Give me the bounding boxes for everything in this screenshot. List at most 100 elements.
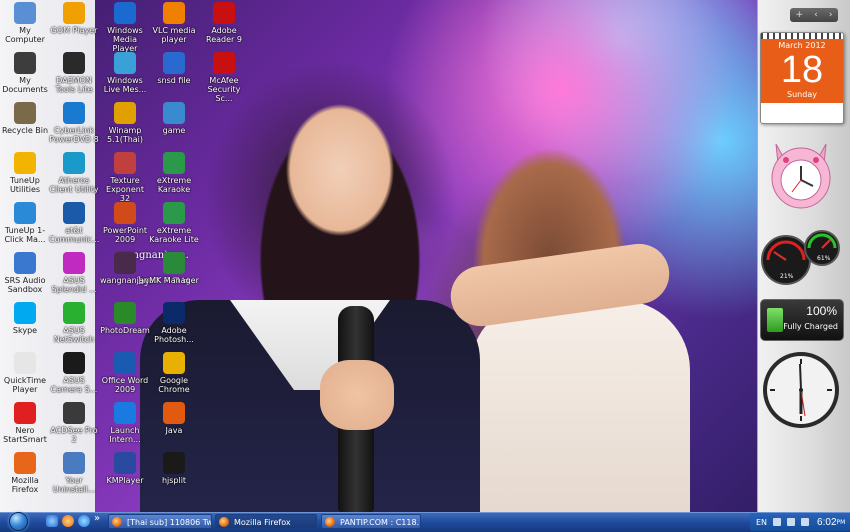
desktop-shortcut-label: eXtreme Karaoke — [156, 176, 192, 194]
cpu-meter-gadget[interactable]: 21% 61% — [760, 228, 842, 286]
desktop-shortcut-label: game — [162, 126, 186, 135]
calendar-weekday: Sunday — [761, 90, 843, 103]
media-player-icon — [114, 2, 136, 24]
desktop-shortcut[interactable]: Skype — [0, 302, 50, 335]
firefox-icon — [112, 517, 122, 527]
desktop-shortcut[interactable]: DAEMON Tools Lite — [49, 52, 99, 94]
desktop-shortcut-label: wangnanjana. — [100, 276, 157, 285]
desktop-shortcut[interactable]: Office Word 2009 — [100, 352, 150, 394]
desktop-shortcut[interactable]: Winamp 5.1(Thai) — [100, 102, 150, 144]
task-button-pantip[interactable]: PANTIP.COM : C118... — [321, 514, 421, 529]
desktop-shortcut[interactable]: at&t Communic... — [49, 202, 99, 244]
desktop-shortcut[interactable]: PhotoDream — [100, 302, 150, 335]
tuneup-icon — [14, 152, 36, 174]
desktop-shortcut-label: Mozilla Firefox — [11, 476, 39, 494]
desktop-shortcut[interactable]: KMPlayer — [100, 452, 150, 485]
desktop-shortcut[interactable]: Google Chrome — [149, 352, 199, 394]
firefox-icon — [219, 517, 229, 527]
clock-ampm: PM — [836, 518, 846, 526]
desktop-shortcut[interactable]: Atheros Client Utility — [49, 152, 99, 194]
task-label: PANTIP.COM : C118... — [340, 518, 421, 527]
windows-orb-icon — [8, 512, 28, 531]
desktop-shortcut-label: Windows Media Player — [107, 26, 143, 53]
desktop-shortcut[interactable]: TuneUp Utilities — [0, 152, 50, 194]
sidebar-add-gadget-button[interactable]: + — [796, 10, 804, 20]
language-indicator[interactable]: EN — [756, 518, 767, 527]
kmplayer-icon — [114, 452, 136, 474]
desktop-shortcut[interactable]: snsd file — [149, 52, 199, 85]
desktop-shortcut-label: Java — [165, 426, 183, 435]
atheros-icon — [63, 152, 85, 174]
sidebar-prev-button[interactable]: ‹ — [814, 10, 818, 20]
desktop-shortcut[interactable]: ACDSee Pro 2 — [49, 402, 99, 444]
desktop-shortcut[interactable]: ASUS Splendid ... — [49, 252, 99, 294]
tray-arrow-icon[interactable] — [773, 518, 782, 526]
desktop-shortcut-label: Winamp 5.1(Thai) — [106, 126, 144, 144]
quicklaunch-ie-icon[interactable] — [78, 515, 90, 527]
desktop-shortcut-label: My Documents — [2, 76, 48, 94]
desktop-shortcut[interactable]: TuneUp 1-Click Ma... — [0, 202, 50, 244]
volume-icon[interactable] — [801, 518, 810, 526]
desktop-shortcut[interactable]: SRS Audio Sandbox — [0, 252, 50, 294]
desktop-shortcut[interactable]: CyberLink PowerDVD 8 — [49, 102, 99, 144]
computer-icon — [14, 2, 36, 24]
quicklaunch-chevron-icon[interactable]: » — [94, 513, 100, 524]
audio-icon — [14, 252, 36, 274]
analog-clock-gadget[interactable] — [761, 350, 841, 430]
java-icon — [163, 402, 185, 424]
clock-time[interactable]: 6:02 — [817, 517, 836, 528]
desktop-shortcut[interactable]: Mozilla Firefox — [0, 452, 50, 494]
desktop-shortcut[interactable]: ASUS NetSwitch — [49, 302, 99, 344]
desktop-shortcut[interactable]: Launch Intern... — [100, 402, 150, 444]
desktop-shortcut-label: Your Uninstall... — [52, 476, 96, 494]
battery-gadget[interactable]: 100% Fully Charged — [760, 299, 844, 341]
desktop-shortcut[interactable]: PowerPoint 2009 — [100, 202, 150, 244]
desktop-shortcut[interactable]: Adobe Photosh... — [149, 302, 199, 344]
nero-icon — [14, 402, 36, 424]
desktop-shortcut[interactable]: Adobe Reader 9 — [199, 2, 249, 44]
desktop-shortcut[interactable]: My Documents — [0, 52, 50, 94]
desktop-shortcut[interactable]: Windows Live Mes... — [100, 52, 150, 94]
desktop-shortcut[interactable]: Java — [149, 402, 199, 435]
task-label: Mozilla Firefox — [234, 518, 291, 527]
photoshop-icon — [163, 302, 185, 324]
start-button[interactable] — [6, 512, 30, 531]
desktop-shortcut[interactable]: ASUS Camera S... — [49, 352, 99, 394]
desktop-shortcut-label: hjsplit — [161, 476, 187, 485]
calendar-gadget[interactable]: March 2012 18 Sunday — [760, 32, 844, 124]
quicklaunch-users-icon[interactable] — [46, 515, 58, 527]
desktop-shortcut-label: Skype — [12, 326, 38, 335]
desktop-shortcut-label: MK Manager — [149, 276, 199, 285]
desktop-shortcut[interactable]: eXtreme Karaoke Lite — [149, 202, 199, 244]
sidebar-next-button[interactable]: › — [829, 10, 833, 20]
task-button-thai-sub[interactable]: [Thai sub] 110806 Tw... — [108, 514, 212, 529]
desktop-shortcut[interactable]: McAfee Security Sc... — [199, 52, 249, 103]
desktop-shortcut-label: Launch Intern... — [109, 426, 141, 444]
desktop-shortcut[interactable]: Your Uninstall... — [49, 452, 99, 494]
desktop-shortcut[interactable]: MK Manager — [149, 252, 199, 285]
desktop-shortcut[interactable]: Nero StartSmart — [0, 402, 50, 444]
network-icon[interactable] — [787, 518, 796, 526]
bunny-clock-gadget[interactable] — [768, 134, 834, 212]
desktop-shortcut[interactable]: game — [149, 102, 199, 135]
desktop-shortcut[interactable]: Texture Exponent 32 — [100, 152, 150, 203]
firefox-icon — [14, 452, 36, 474]
desktop-shortcut[interactable]: Windows Media Player — [100, 2, 150, 53]
desktop-shortcut-label: ASUS NetSwitch — [53, 326, 95, 344]
tuneup-oneclick-icon — [14, 202, 36, 224]
desktop-shortcut[interactable]: VLC media player — [149, 2, 199, 44]
desktop-shortcut[interactable]: eXtreme Karaoke — [149, 152, 199, 194]
chrome-icon — [163, 352, 185, 374]
quicklaunch-firefox-icon[interactable] — [62, 515, 74, 527]
desktop-shortcut[interactable]: Recycle Bin — [0, 102, 50, 135]
desktop-shortcut-label: QuickTime Player — [3, 376, 47, 394]
desktop-shortcut[interactable]: My Computer — [0, 2, 50, 44]
task-button-mozilla-firefox[interactable]: Mozilla Firefox — [215, 514, 317, 529]
wallpaper-hand — [320, 360, 394, 430]
battery-icon — [767, 308, 783, 332]
desktop-shortcut[interactable]: hjsplit — [149, 452, 199, 485]
desktop-shortcut[interactable]: QuickTime Player — [0, 352, 50, 394]
vlc-icon — [163, 2, 185, 24]
desktop-shortcut[interactable]: GOM Player — [49, 2, 99, 35]
desktop-shortcut[interactable]: wangnanjana. — [100, 252, 157, 285]
